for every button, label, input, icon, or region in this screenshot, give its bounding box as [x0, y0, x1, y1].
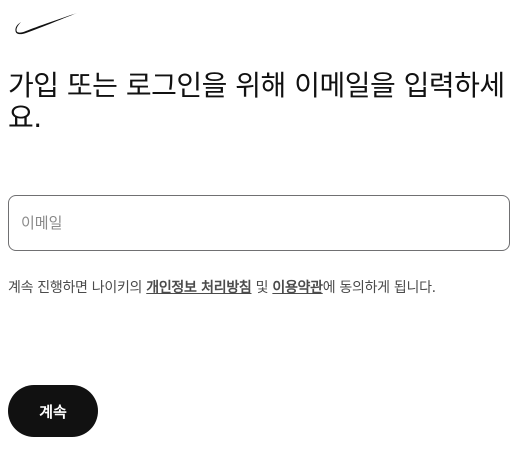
nike-logo[interactable]: [14, 12, 78, 36]
page-title: 가입 또는 로그인을 위해 이메일을 입력하세요.: [8, 69, 505, 134]
terms-prefix: 계속 진행하면 나이키의: [8, 280, 147, 296]
terms-suffix: 에 동의하게 됩니다.: [322, 280, 436, 296]
terms-notice: 계속 진행하면 나이키의 개인정보 처리방침 및 이용약관에 동의하게 됩니다.: [8, 278, 523, 298]
continue-button[interactable]: 계속: [8, 385, 98, 437]
terms-and: 및: [251, 280, 273, 296]
nike-swoosh-icon: [15, 13, 77, 35]
privacy-policy-link[interactable]: 개인정보 처리방침: [146, 280, 252, 296]
terms-of-use-link[interactable]: 이용약관: [272, 280, 323, 296]
email-input[interactable]: [8, 195, 510, 251]
